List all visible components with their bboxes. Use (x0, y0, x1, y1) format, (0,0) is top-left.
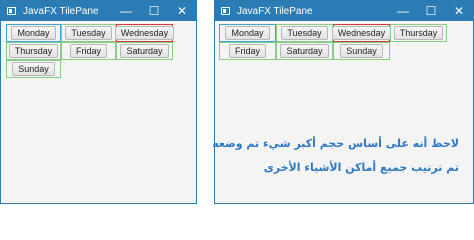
thursday-button[interactable]: Thursday (8, 44, 59, 58)
tile-friday: Friday (61, 42, 116, 60)
maximize-icon[interactable]: ☐ (140, 1, 168, 21)
monday-button[interactable]: Monday (225, 26, 270, 40)
minimize-icon[interactable]: — (112, 1, 140, 21)
friday-button[interactable]: Friday (69, 44, 107, 58)
window-title: JavaFX TilePane (23, 5, 99, 17)
saturday-button[interactable]: Saturday (120, 44, 169, 58)
tile-wednesday: Wednesday (114, 24, 175, 42)
tile-tuesday: Tuesday (276, 24, 333, 42)
tilepane-window-right: JavaFX TilePane — ☐ ✕ Monday Tuesday Wed… (212, 0, 474, 204)
maximize-icon[interactable]: ☐ (417, 1, 445, 21)
annotation-line-2: تم ترتيب جميع أماكن الأشياء الأخرى (263, 161, 459, 174)
saturday-button[interactable]: Saturday (280, 44, 329, 58)
sunday-button[interactable]: Sunday (340, 44, 383, 58)
wednesday-button[interactable]: Wednesday (331, 26, 392, 40)
tile-thursday: Thursday (390, 24, 447, 42)
tile-thursday: Thursday (6, 42, 61, 60)
tile-wednesday: Wednesday (331, 24, 392, 42)
tile-monday: Monday (219, 24, 276, 42)
tile-monday: Monday (6, 24, 61, 42)
minimize-icon[interactable]: — (389, 1, 417, 21)
title-bar[interactable]: JavaFX TilePane — ☐ ✕ (215, 1, 473, 21)
tuesday-button[interactable]: Tuesday (65, 26, 112, 40)
tile-sunday: Sunday (333, 42, 390, 60)
close-icon[interactable]: ✕ (445, 1, 473, 21)
tile-saturday: Saturday (276, 42, 333, 60)
thursday-button[interactable]: Thursday (393, 26, 444, 40)
sunday-button[interactable]: Sunday (12, 62, 55, 76)
tile-tuesday: Tuesday (61, 24, 116, 42)
wednesday-button[interactable]: Wednesday (114, 26, 175, 40)
annotation-line-1: لاحظ أنه على أساس حجم أكبر شيء تم وضعه (212, 137, 459, 150)
tile-friday: Friday (219, 42, 276, 60)
tuesday-button[interactable]: Tuesday (281, 26, 328, 40)
tile-pane: Monday Tuesday Wednesday Thursday Friday… (212, 21, 473, 203)
tile-pane: Monday Tuesday Wednesday Thursday Friday… (1, 21, 196, 203)
monday-button[interactable]: Monday (11, 26, 56, 40)
window-title: JavaFX TilePane (237, 5, 313, 17)
tile-saturday: Saturday (116, 42, 173, 60)
tile-sunday: Sunday (6, 60, 61, 78)
tilepane-window-left: JavaFX TilePane — ☐ ✕ Monday Tuesday Wed… (0, 0, 197, 204)
title-bar[interactable]: JavaFX TilePane — ☐ ✕ (1, 1, 196, 21)
app-window-icon (7, 7, 16, 15)
friday-button[interactable]: Friday (228, 44, 266, 58)
close-icon[interactable]: ✕ (168, 1, 196, 21)
app-window-icon (221, 7, 230, 15)
